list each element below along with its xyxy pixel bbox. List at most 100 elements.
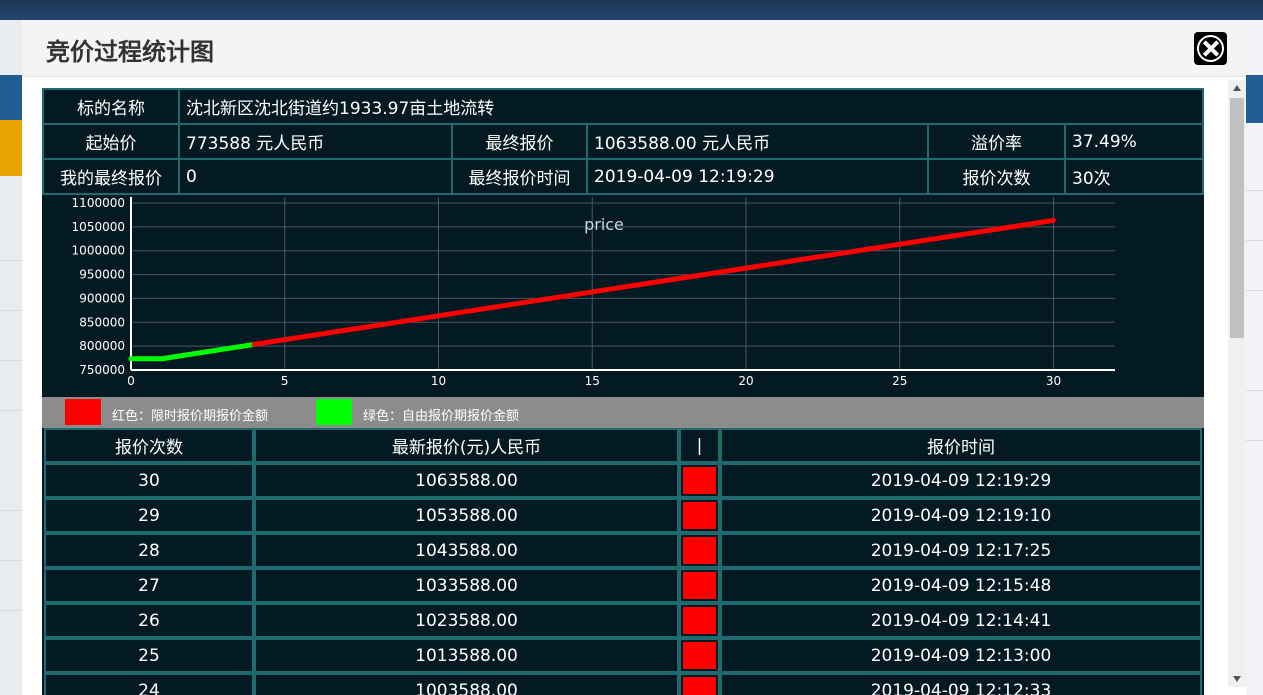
legend-green-swatch xyxy=(316,399,352,425)
background-row-divider xyxy=(0,310,22,311)
chart-x-tick-label: 30 xyxy=(1046,374,1061,388)
chart-legend: 红色：限时报价期报价金额 绿色：自由报价期报价金额 xyxy=(42,397,1204,428)
final-price-value: 1063588.00 元人民币 xyxy=(586,123,929,160)
bid-phase-color-fill xyxy=(683,502,716,529)
bid-count-label: 报价次数 xyxy=(927,158,1066,195)
bid-row-time: 2019-04-09 12:19:10 xyxy=(720,498,1202,533)
chart-x-tick-label: 25 xyxy=(892,374,907,388)
background-header xyxy=(0,0,1263,20)
chart-y-tick-label: 850000 xyxy=(79,315,125,329)
background-row-divider xyxy=(1246,190,1263,191)
chart-y-tick-label: 950000 xyxy=(79,268,125,282)
chart-x-tick-label: 0 xyxy=(127,374,135,388)
my-final-price-label: 我的最终报价 xyxy=(42,158,180,195)
bids-header-color: | xyxy=(679,428,720,463)
chart-y-tick-label: 900000 xyxy=(79,291,125,305)
bid-row-color-indicator xyxy=(679,568,720,603)
bid-row-price: 1023588.00 xyxy=(254,603,679,638)
background-row-divider xyxy=(1246,440,1263,441)
chart-series-line xyxy=(251,217,1056,347)
modal-header: 竞价过程统计图 xyxy=(22,20,1246,77)
start-price-value: 773588 元人民币 xyxy=(178,123,453,160)
bid-row-price: 1053588.00 xyxy=(254,498,679,533)
my-final-price-value: 0 xyxy=(178,158,453,195)
legend-red-swatch xyxy=(65,399,101,425)
bid-statistics-modal: 竞价过程统计图 标的名称 沈北新区沈北街道约1933.97亩土地流转 起始价 7… xyxy=(22,20,1246,695)
background-row-divider xyxy=(0,560,22,561)
chart-y-tick-label: 800000 xyxy=(79,339,125,353)
bid-row-color-indicator xyxy=(679,533,720,568)
chart-x-tick-label: 5 xyxy=(281,374,289,388)
background-left-panel xyxy=(0,20,22,695)
background-left-tab xyxy=(0,75,22,123)
background-row-divider xyxy=(0,410,22,411)
scroll-down-icon[interactable] xyxy=(1233,676,1241,682)
background-right-tab xyxy=(1246,75,1263,123)
bid-row-count: 25 xyxy=(44,638,254,673)
bid-row-color-indicator xyxy=(679,463,720,498)
background-row-divider xyxy=(0,510,22,511)
bid-phase-color-fill xyxy=(683,677,716,695)
bids-header-count: 报价次数 xyxy=(44,428,254,463)
background-row-divider xyxy=(0,360,22,361)
bids-header-time: 报价时间 xyxy=(720,428,1202,463)
bid-count-value: 30次 xyxy=(1064,158,1204,195)
scroll-up-icon[interactable] xyxy=(1233,85,1241,91)
bid-row-count: 29 xyxy=(44,498,254,533)
bid-row-time: 2019-04-09 12:17:25 xyxy=(720,533,1202,568)
modal-title: 竞价过程统计图 xyxy=(46,38,214,66)
bid-row-price: 1033588.00 xyxy=(254,568,679,603)
bid-phase-color-fill xyxy=(683,467,716,494)
bid-row-time: 2019-04-09 12:12:33 xyxy=(720,673,1202,695)
final-price-label: 最终报价 xyxy=(451,123,588,160)
background-row-divider xyxy=(1246,240,1263,241)
bid-phase-color-fill xyxy=(683,642,716,669)
bid-row-count: 30 xyxy=(44,463,254,498)
background-row-divider xyxy=(0,260,22,261)
item-name-value: 沈北新区沈北街道约1933.97亩土地流转 xyxy=(178,88,1204,125)
legend-red-label: 红色：限时报价期报价金额 xyxy=(112,409,269,424)
bid-row-price: 1043588.00 xyxy=(254,533,679,568)
background-right-panel xyxy=(1246,20,1263,695)
bid-row-color-indicator xyxy=(679,638,720,673)
price-chart: 750000 800000 850000 900000 950000 1000000 105… xyxy=(42,195,1204,397)
bid-row-price: 1063588.00 xyxy=(254,463,679,498)
item-name-label: 标的名称 xyxy=(42,88,180,125)
chart-x-tick-label: 10 xyxy=(431,374,446,388)
bid-row-count: 27 xyxy=(44,568,254,603)
bid-row-time: 2019-04-09 12:14:41 xyxy=(720,603,1202,638)
scrollbar-thumb[interactable] xyxy=(1230,98,1244,338)
bid-row-price: 1003588.00 xyxy=(254,673,679,695)
chart-x-tick-label: 20 xyxy=(738,374,753,388)
bid-row-count: 28 xyxy=(44,533,254,568)
chart-x-tick-label: 15 xyxy=(585,374,600,388)
bid-row-time: 2019-04-09 12:19:29 xyxy=(720,463,1202,498)
bid-phase-color-fill xyxy=(683,572,716,599)
background-row-divider xyxy=(1246,290,1263,291)
modal-scrollbar[interactable] xyxy=(1228,80,1246,687)
final-time-label: 最终报价时间 xyxy=(451,158,588,195)
price-chart-svg: 7500008000008500009000009500001000000105… xyxy=(72,196,1115,388)
close-button[interactable] xyxy=(1194,32,1227,65)
bid-phase-color-fill xyxy=(683,607,716,634)
bid-phase-color-fill xyxy=(683,537,716,564)
premium-value: 37.49% xyxy=(1064,123,1204,160)
legend-green-label: 绿色：自由报价期报价金额 xyxy=(363,409,520,424)
bids-header-price: 最新报价(元)人民币 xyxy=(254,428,679,463)
modal-content[interactable]: 标的名称 沈北新区沈北街道约1933.97亩土地流转 起始价 773588 元人… xyxy=(42,88,1204,695)
bid-row-count: 26 xyxy=(44,603,254,638)
background-row-divider xyxy=(0,610,22,611)
chart-title: price xyxy=(584,215,624,234)
bid-row-count: 24 xyxy=(44,673,254,695)
bid-row-time: 2019-04-09 12:13:00 xyxy=(720,638,1202,673)
bid-row-color-indicator xyxy=(679,498,720,533)
chart-y-tick-label: 1050000 xyxy=(72,220,125,234)
bid-row-time: 2019-04-09 12:15:48 xyxy=(720,568,1202,603)
bid-row-price: 1013588.00 xyxy=(254,638,679,673)
background-row-divider xyxy=(1246,390,1263,391)
start-price-label: 起始价 xyxy=(42,123,180,160)
chart-y-tick-label: 1100000 xyxy=(72,196,125,210)
bid-row-color-indicator xyxy=(679,673,720,695)
chart-y-tick-label: 750000 xyxy=(79,363,125,377)
background-left-banner xyxy=(0,120,22,176)
